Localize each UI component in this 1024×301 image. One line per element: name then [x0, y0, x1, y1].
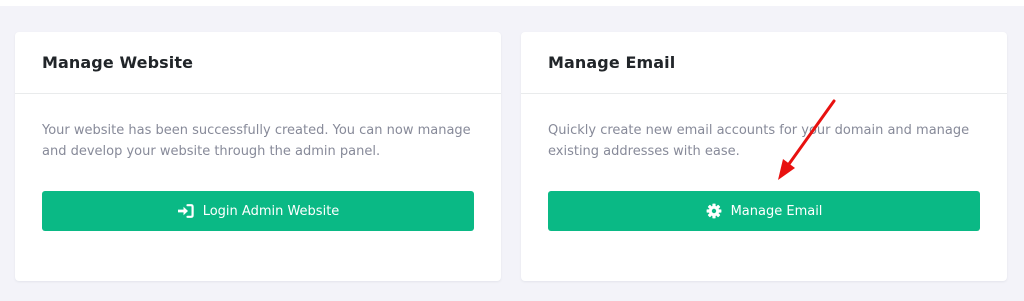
gear-icon [706, 203, 722, 219]
manage-email-button[interactable]: Manage Email [548, 191, 980, 231]
card-description: Your website has been successfully creat… [42, 123, 471, 159]
manage-website-card: Manage Website Your website has been suc… [15, 32, 501, 281]
sign-in-icon [177, 204, 194, 218]
button-label: Login Admin Website [202, 203, 340, 219]
card-header: Manage Website [15, 32, 501, 94]
card-title: Manage Email [548, 53, 676, 72]
card-header: Manage Email [521, 32, 1007, 94]
top-strip [0, 0, 1024, 6]
login-admin-website-button[interactable]: Login Admin Website [42, 191, 474, 231]
card-description: Quickly create new email accounts for yo… [548, 123, 970, 159]
card-body: Quickly create new email accounts for yo… [521, 94, 1007, 231]
manage-email-card: Manage Email Quickly create new email ac… [521, 32, 1007, 281]
button-label: Manage Email [730, 203, 823, 219]
card-body: Your website has been successfully creat… [15, 94, 501, 231]
card-title: Manage Website [42, 53, 194, 72]
